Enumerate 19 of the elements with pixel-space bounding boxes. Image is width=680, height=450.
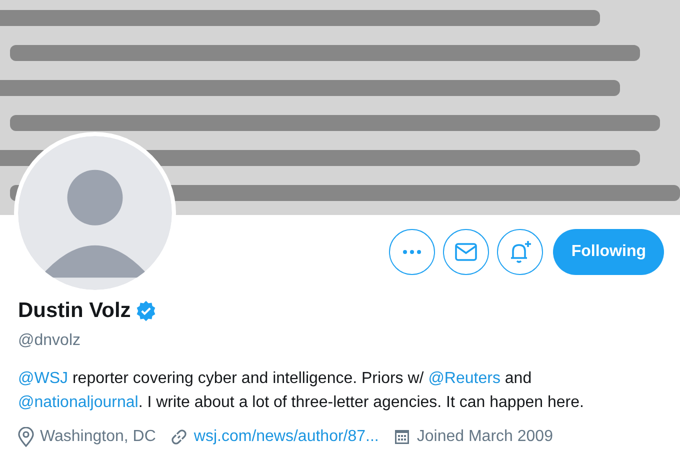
following-button[interactable]: Following [553, 229, 664, 275]
website-link[interactable]: wsj.com/news/author/87... [194, 424, 379, 448]
location-pin-icon [18, 426, 34, 446]
bio-text: @WSJ reporter covering cyber and intelligence. Priors w/ @Reuters and @nationaljournal. I write about a lot of three-letter agencies. It can happen here. [18, 368, 585, 412]
message-button[interactable] [443, 229, 490, 275]
calendar-icon [392, 428, 411, 446]
more-icon [403, 250, 422, 254]
more-button[interactable] [389, 229, 436, 275]
profile-name: Dustin Volz [18, 298, 131, 324]
mention-link[interactable]: @Reuters [428, 370, 500, 386]
envelope-icon [455, 243, 478, 261]
mention-link[interactable]: @nationaljournal [18, 394, 138, 410]
link-icon [170, 428, 188, 446]
joined-date: Joined March 2009 [416, 426, 553, 446]
mention-link[interactable]: @WSJ [18, 370, 68, 386]
location-text: Washington, DC [40, 426, 156, 446]
bell-plus-icon [508, 240, 532, 264]
notifications-button[interactable] [497, 229, 544, 275]
handle: @dnvolz [18, 330, 82, 350]
